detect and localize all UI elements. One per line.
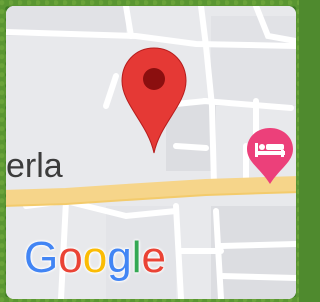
- logo-letter-g: G: [24, 233, 59, 282]
- place-name-label: erla: [6, 147, 63, 185]
- location-pin-icon[interactable]: [119, 46, 189, 156]
- logo-letter-o1: o: [58, 233, 83, 282]
- map-thumbnail-frame: erla Google: [0, 0, 299, 302]
- logo-letter-o2: o: [82, 233, 108, 282]
- hotel-bed-icon[interactable]: [244, 126, 296, 186]
- google-logo: Google: [24, 236, 166, 280]
- logo-letter-e: e: [141, 233, 166, 282]
- logo-letter-l: l: [131, 233, 142, 282]
- logo-letter-g2: g: [107, 233, 132, 282]
- map-view[interactable]: erla Google: [6, 6, 296, 299]
